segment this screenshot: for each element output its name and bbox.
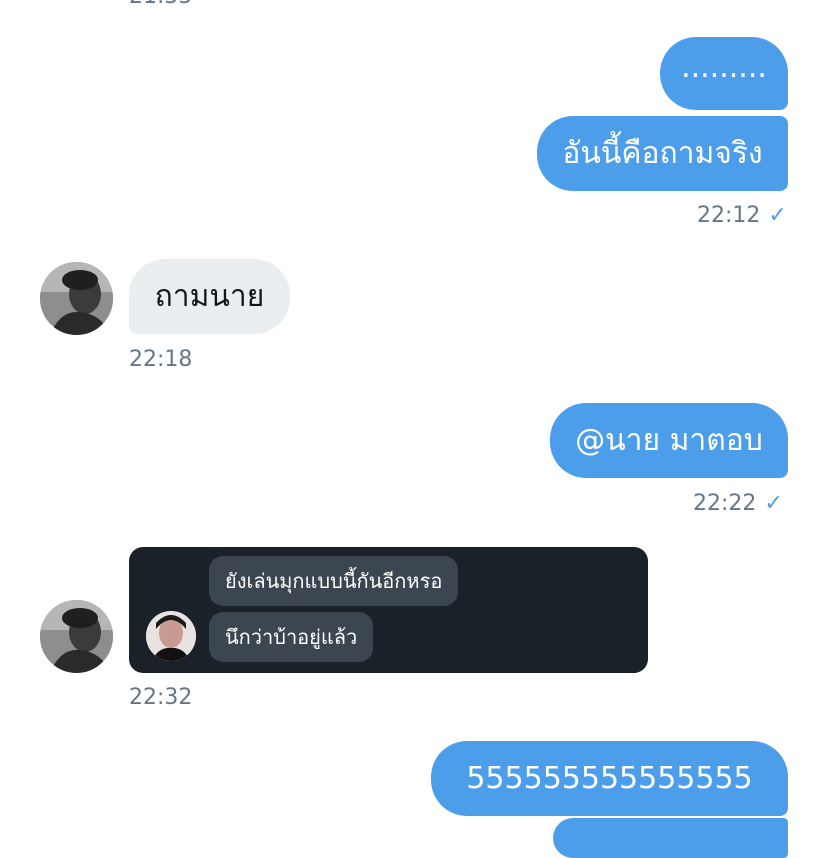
timestamp-cut: 21:55 xyxy=(129,0,192,8)
message-bubble-incoming[interactable]: ถามนาย xyxy=(129,259,290,334)
message-text: 555555555555555 xyxy=(466,760,753,796)
avatar-photo xyxy=(40,262,113,335)
screenshot-chat-bubble: นึกว่าบ้าอยู่แล้ว xyxy=(209,612,374,662)
avatar[interactable] xyxy=(40,600,113,673)
avatar[interactable] xyxy=(40,262,113,335)
screenshot-chat-bubble: ยังเล่นมุกแบบนี้กันอีกหรอ xyxy=(209,556,459,606)
message-time: 22:18 xyxy=(129,347,193,372)
message-bubble-outgoing[interactable]: อันนี้คือถามจริง xyxy=(537,116,788,191)
message-meta: 22:22 ✓ xyxy=(693,493,783,515)
message-time: 22:22 xyxy=(693,491,757,516)
sent-check-icon: ✓ xyxy=(764,491,783,516)
message-text: ถามนาย xyxy=(154,278,265,314)
screenshot-avatar xyxy=(146,611,196,661)
message-time: 22:32 xyxy=(129,685,193,710)
message-time: 22:12 xyxy=(697,203,761,228)
message-bubble-outgoing-partial[interactable] xyxy=(553,818,788,858)
message-text: @นาย มาตอบ xyxy=(575,422,763,458)
message-bubble-outgoing[interactable]: ......... xyxy=(660,37,788,110)
sent-check-icon: ✓ xyxy=(768,203,787,228)
message-text: อันนี้คือถามจริง xyxy=(562,135,763,171)
avatar-photo xyxy=(40,600,113,673)
image-attachment[interactable]: ยังเล่นมุกแบบนี้กันอีกหรอ นึกว่าบ้าอยู่แ… xyxy=(129,547,648,673)
message-text: ......... xyxy=(681,49,767,85)
message-meta: 22:12 ✓ xyxy=(697,205,787,227)
message-bubble-outgoing[interactable]: 555555555555555 xyxy=(431,741,788,816)
message-bubble-outgoing[interactable]: @นาย มาตอบ xyxy=(550,403,788,478)
